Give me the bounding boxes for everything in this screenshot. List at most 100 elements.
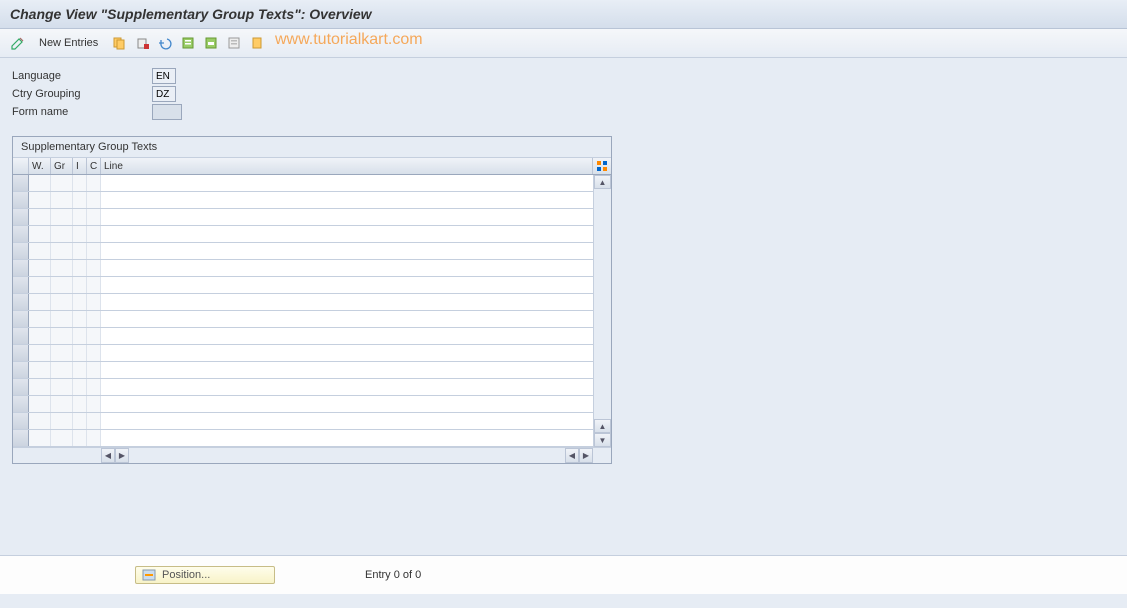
row-selector[interactable]: [13, 396, 29, 412]
cell-w[interactable]: [29, 192, 51, 208]
row-selector[interactable]: [13, 294, 29, 310]
print-config-icon[interactable]: [247, 33, 267, 53]
cell-line[interactable]: [101, 328, 593, 344]
col-c[interactable]: C: [87, 158, 101, 174]
cell-c[interactable]: [87, 209, 101, 225]
hscroll-track[interactable]: [129, 448, 565, 463]
delete-icon[interactable]: [132, 33, 152, 53]
cell-c[interactable]: [87, 311, 101, 327]
select-block-icon[interactable]: [201, 33, 221, 53]
col-line[interactable]: Line: [101, 158, 593, 174]
cell-w[interactable]: [29, 379, 51, 395]
cell-c[interactable]: [87, 226, 101, 242]
col-selector[interactable]: [13, 158, 29, 174]
col-i[interactable]: I: [73, 158, 87, 174]
row-selector[interactable]: [13, 328, 29, 344]
cell-w[interactable]: [29, 413, 51, 429]
cell-line[interactable]: [101, 226, 593, 242]
row-selector[interactable]: [13, 413, 29, 429]
cell-w[interactable]: [29, 396, 51, 412]
ctry-grouping-input[interactable]: [152, 86, 176, 102]
row-selector[interactable]: [13, 260, 29, 276]
row-selector[interactable]: [13, 226, 29, 242]
cell-gr[interactable]: [51, 328, 73, 344]
copy-as-icon[interactable]: [109, 33, 129, 53]
cell-w[interactable]: [29, 430, 51, 446]
row-selector[interactable]: [13, 430, 29, 446]
cell-line[interactable]: [101, 430, 593, 446]
cell-c[interactable]: [87, 175, 101, 191]
cell-w[interactable]: [29, 175, 51, 191]
row-selector[interactable]: [13, 192, 29, 208]
cell-i[interactable]: [73, 175, 87, 191]
cell-i[interactable]: [73, 209, 87, 225]
cell-w[interactable]: [29, 328, 51, 344]
cell-i[interactable]: [73, 413, 87, 429]
row-selector[interactable]: [13, 175, 29, 191]
cell-line[interactable]: [101, 362, 593, 378]
undo-change-icon[interactable]: [155, 33, 175, 53]
row-selector[interactable]: [13, 311, 29, 327]
cell-gr[interactable]: [51, 260, 73, 276]
cell-i[interactable]: [73, 379, 87, 395]
cell-line[interactable]: [101, 260, 593, 276]
cell-i[interactable]: [73, 362, 87, 378]
cell-w[interactable]: [29, 277, 51, 293]
cell-c[interactable]: [87, 243, 101, 259]
cell-line[interactable]: [101, 345, 593, 361]
cell-i[interactable]: [73, 430, 87, 446]
scroll-right-end-button[interactable]: ▶: [579, 448, 593, 463]
cell-i[interactable]: [73, 243, 87, 259]
cell-c[interactable]: [87, 379, 101, 395]
cell-c[interactable]: [87, 396, 101, 412]
cell-c[interactable]: [87, 345, 101, 361]
cell-line[interactable]: [101, 396, 593, 412]
cell-c[interactable]: [87, 192, 101, 208]
cell-w[interactable]: [29, 345, 51, 361]
cell-gr[interactable]: [51, 379, 73, 395]
cell-gr[interactable]: [51, 396, 73, 412]
scroll-track[interactable]: [594, 189, 611, 419]
deselect-all-icon[interactable]: [224, 33, 244, 53]
cell-i[interactable]: [73, 328, 87, 344]
scroll-right-button[interactable]: ▶: [115, 448, 129, 463]
cell-w[interactable]: [29, 243, 51, 259]
row-selector[interactable]: [13, 277, 29, 293]
cell-gr[interactable]: [51, 430, 73, 446]
cell-line[interactable]: [101, 243, 593, 259]
cell-gr[interactable]: [51, 345, 73, 361]
col-w[interactable]: W.: [29, 158, 51, 174]
cell-w[interactable]: [29, 260, 51, 276]
cell-i[interactable]: [73, 226, 87, 242]
toggle-display-change-icon[interactable]: [8, 33, 28, 53]
row-selector[interactable]: [13, 243, 29, 259]
cell-gr[interactable]: [51, 362, 73, 378]
scroll-down-button[interactable]: ▲: [594, 419, 611, 433]
cell-c[interactable]: [87, 294, 101, 310]
cell-line[interactable]: [101, 413, 593, 429]
cell-gr[interactable]: [51, 311, 73, 327]
cell-w[interactable]: [29, 362, 51, 378]
cell-i[interactable]: [73, 396, 87, 412]
cell-w[interactable]: [29, 294, 51, 310]
scroll-left-button[interactable]: ◀: [101, 448, 115, 463]
new-entries-button[interactable]: New Entries: [31, 35, 106, 51]
cell-line[interactable]: [101, 175, 593, 191]
cell-c[interactable]: [87, 260, 101, 276]
cell-i[interactable]: [73, 260, 87, 276]
scroll-down-button-2[interactable]: ▼: [594, 433, 611, 447]
cell-gr[interactable]: [51, 175, 73, 191]
row-selector[interactable]: [13, 345, 29, 361]
cell-i[interactable]: [73, 345, 87, 361]
cell-i[interactable]: [73, 192, 87, 208]
form-name-input[interactable]: [152, 104, 182, 120]
scroll-left-end-button[interactable]: ◀: [565, 448, 579, 463]
cell-w[interactable]: [29, 209, 51, 225]
cell-c[interactable]: [87, 362, 101, 378]
scroll-up-button[interactable]: ▲: [594, 175, 611, 189]
cell-gr[interactable]: [51, 277, 73, 293]
position-button[interactable]: Position...: [135, 566, 275, 584]
cell-c[interactable]: [87, 430, 101, 446]
cell-gr[interactable]: [51, 209, 73, 225]
cell-line[interactable]: [101, 294, 593, 310]
